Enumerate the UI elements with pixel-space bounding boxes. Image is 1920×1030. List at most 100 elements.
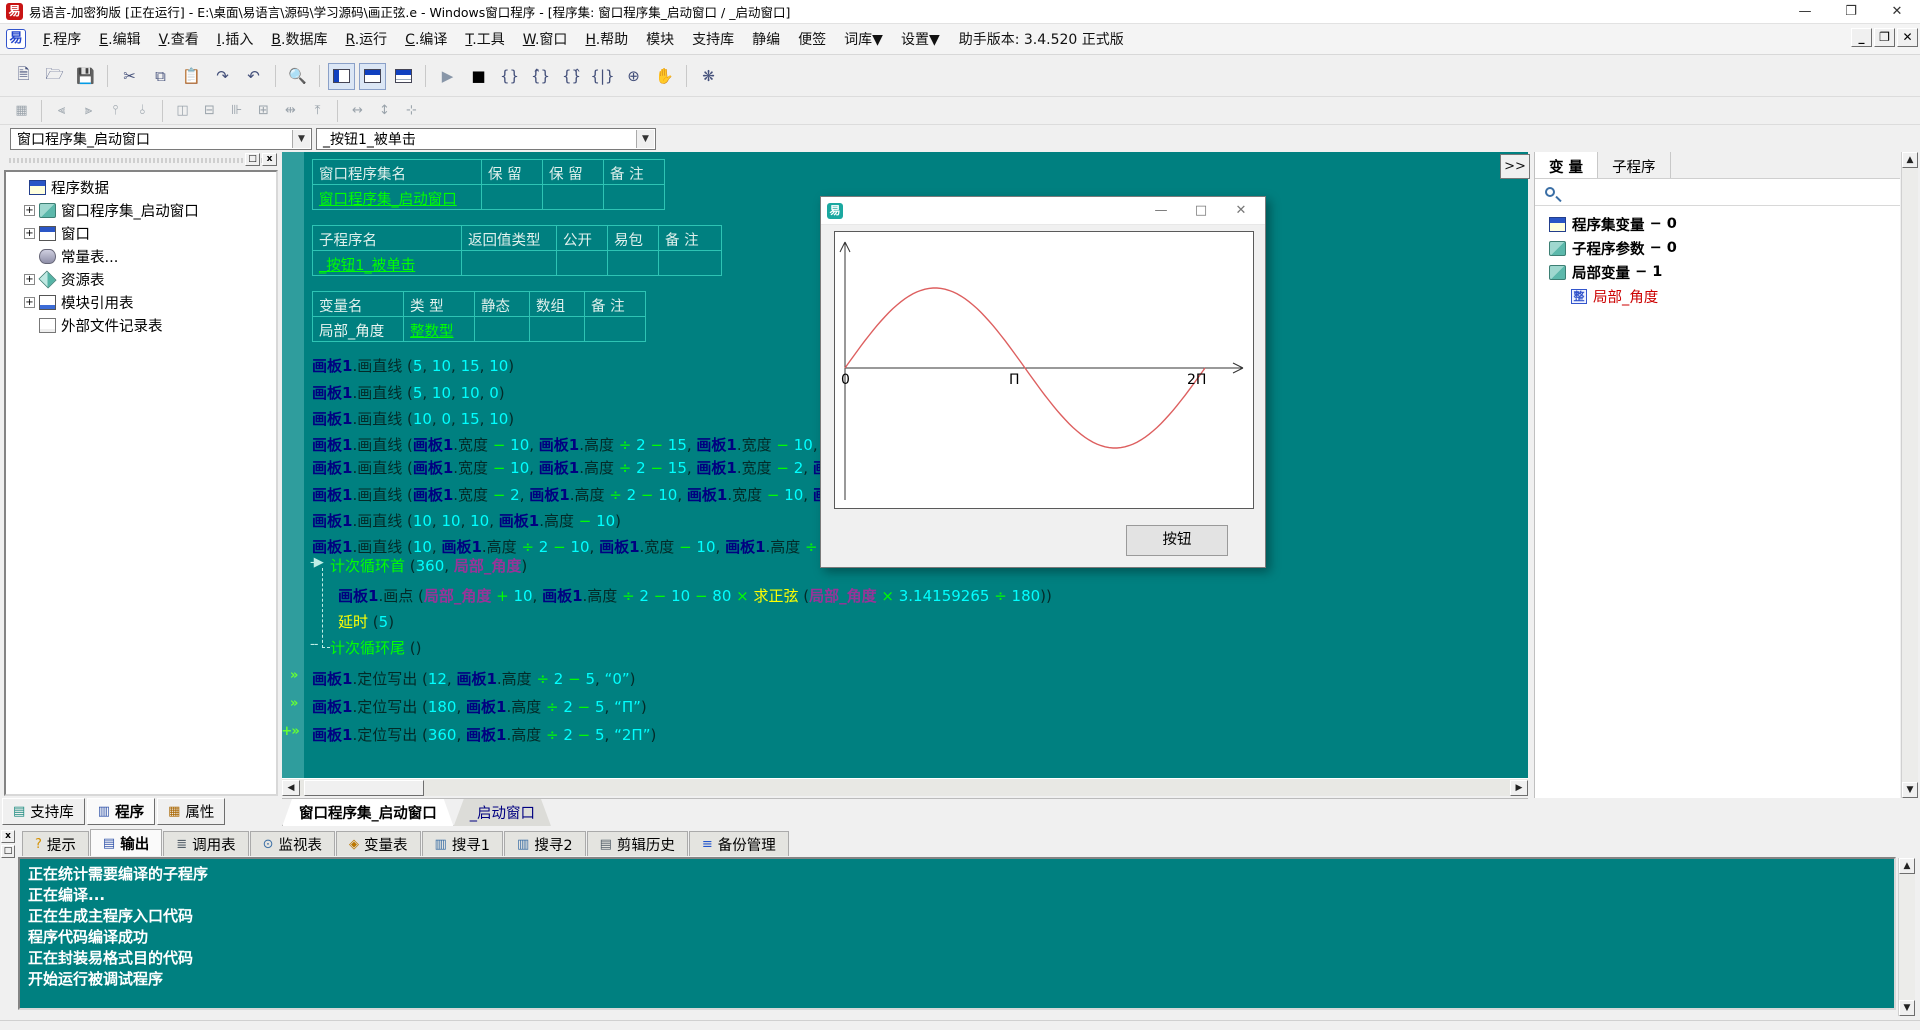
- tree-local-var-angle[interactable]: 整 局部_角度: [1535, 284, 1900, 308]
- tree-assembly-variables[interactable]: 程序集变量 − 0: [1535, 212, 1900, 236]
- layout-split-icon[interactable]: [390, 63, 417, 90]
- subroutine-combobox[interactable]: _按钮1_被单击 ▼: [316, 128, 656, 150]
- close-button[interactable]: ✕: [1874, 0, 1920, 24]
- step-over-icon[interactable]: {̂}: [527, 63, 554, 90]
- menu-settings[interactable]: 设置▼: [892, 25, 949, 53]
- tab-call-table[interactable]: ≣调用表: [163, 831, 248, 856]
- scroll-up-icon[interactable]: ▲: [1899, 858, 1915, 874]
- stop-icon[interactable]: ■: [465, 63, 492, 90]
- menu-program[interactable]: F.程序: [34, 25, 90, 53]
- menu-lexicon[interactable]: 词库▼: [835, 25, 892, 53]
- same-width-icon[interactable]: ⇹: [279, 99, 302, 122]
- runtime-button[interactable]: 按钮: [1126, 525, 1228, 556]
- tab-output[interactable]: ▤输出: [90, 829, 162, 856]
- menu-help[interactable]: H.帮助: [576, 25, 637, 53]
- menu-tools[interactable]: T.工具: [456, 25, 513, 53]
- tree-program-data[interactable]: 程序数据: [8, 176, 274, 199]
- tree-window[interactable]: +窗口: [8, 222, 274, 245]
- variable-search-row[interactable]: [1535, 179, 1900, 206]
- tree-expand-icon[interactable]: +: [24, 297, 35, 308]
- tree-module-table[interactable]: +模块引用表: [8, 291, 274, 314]
- runtime-close-button[interactable]: ✕: [1221, 197, 1261, 225]
- menu-static-compile[interactable]: 静编: [743, 25, 789, 53]
- align-top-icon[interactable]: ⫯: [104, 99, 127, 122]
- runtime-minimize-button[interactable]: —: [1141, 197, 1181, 225]
- menu-database[interactable]: B.数据库: [262, 25, 336, 53]
- tab-window-assembly[interactable]: 窗口程序集_启动窗口: [282, 799, 454, 827]
- size-both-icon[interactable]: ⊹: [400, 99, 423, 122]
- size-height-icon[interactable]: ↕: [373, 99, 396, 122]
- cut-icon[interactable]: ✂: [116, 63, 143, 90]
- runtime-title-bar[interactable]: 易 — □ ✕: [821, 197, 1265, 225]
- menu-notes[interactable]: 便签: [789, 25, 835, 53]
- step-out-icon[interactable]: {}̂: [558, 63, 585, 90]
- assembly-combobox-dropdown-icon[interactable]: ▼: [292, 130, 310, 148]
- open-file-icon[interactable]: 🗁: [41, 63, 68, 90]
- panel-float-button[interactable]: □: [245, 153, 260, 166]
- space-h-icon[interactable]: ⊪: [225, 99, 248, 122]
- align-bottom-icon[interactable]: ⫰: [131, 99, 154, 122]
- run-to-cursor-icon[interactable]: {|}: [589, 63, 616, 90]
- tab-variable-table[interactable]: ◈变量表: [336, 831, 421, 856]
- size-width-icon[interactable]: ↔: [346, 99, 369, 122]
- tab-properties[interactable]: ▦属性: [157, 798, 225, 825]
- center-v-icon[interactable]: ⊟: [198, 99, 221, 122]
- new-file-icon[interactable]: 🗎: [10, 63, 37, 90]
- panel-close-button[interactable]: x: [262, 153, 277, 166]
- menu-support-lib[interactable]: 支持库: [683, 25, 743, 53]
- ant-tool-icon[interactable]: ❋: [695, 63, 722, 90]
- tree-window-assembly[interactable]: +窗口程序集_启动窗口: [8, 199, 274, 222]
- output-float-button[interactable]: □: [1, 845, 15, 858]
- step-into-icon[interactable]: {}: [496, 63, 523, 90]
- scroll-up-icon[interactable]: ▲: [1902, 152, 1918, 168]
- hscroll-thumb[interactable]: [304, 780, 424, 796]
- tab-watch-table[interactable]: ⊙监视表: [250, 831, 335, 856]
- pause-hand-icon[interactable]: ✋: [651, 63, 678, 90]
- runtime-window[interactable]: 易 — □ ✕ 0 Π 2Π 按钮: [820, 196, 1266, 568]
- mdi-restore-button[interactable]: ❐: [1874, 28, 1895, 47]
- panel-grip[interactable]: □ x: [4, 153, 278, 168]
- tab-search1[interactable]: ▥搜寻1: [422, 831, 504, 856]
- mdi-close-button[interactable]: ✕: [1897, 28, 1918, 47]
- tree-local-variables[interactable]: 局部变量 − 1: [1535, 260, 1900, 284]
- align-right-icon[interactable]: ⫸: [77, 99, 100, 122]
- tab-program[interactable]: ▥程序: [87, 798, 155, 825]
- layout-top-icon[interactable]: [359, 63, 386, 90]
- scroll-right-icon[interactable]: ▶: [1510, 780, 1528, 796]
- run-icon[interactable]: ▶: [434, 63, 461, 90]
- tab-search2[interactable]: ▥搜寻2: [504, 831, 586, 856]
- tree-expand-icon[interactable]: +: [24, 205, 35, 216]
- tree-const-table[interactable]: 常量表...: [8, 245, 274, 268]
- undo-icon[interactable]: ↶: [240, 63, 267, 90]
- minimize-button[interactable]: —: [1782, 0, 1828, 24]
- same-height-icon[interactable]: ⤒: [306, 99, 329, 122]
- menu-window[interactable]: W.窗口: [514, 25, 577, 53]
- output-scrollbar[interactable]: ▲ ▼: [1898, 858, 1915, 1016]
- output-log[interactable]: 正在统计需要编译的子程序正在编译...正在生成主程序入口代码程序代码编译成功正在…: [18, 857, 1896, 1010]
- menu-insert[interactable]: I.插入: [208, 25, 263, 53]
- tab-clip-history[interactable]: ▤剪辑历史: [587, 831, 688, 856]
- tab-variables[interactable]: 变 量: [1535, 152, 1598, 178]
- breakpoint-icon[interactable]: ⊕: [620, 63, 647, 90]
- scroll-down-icon[interactable]: ▼: [1899, 1000, 1915, 1016]
- editor-hscrollbar[interactable]: ◀ ▶: [282, 778, 1528, 796]
- runtime-maximize-button[interactable]: □: [1181, 197, 1221, 225]
- tree-subroutine-params[interactable]: 子程序参数 − 0: [1535, 236, 1900, 260]
- paste-icon[interactable]: 📋: [178, 63, 205, 90]
- redo-icon[interactable]: ↷: [209, 63, 236, 90]
- find-icon[interactable]: 🔍: [284, 63, 311, 90]
- tab-startup-window[interactable]: _启动窗口: [454, 799, 551, 826]
- right-panel-scrollbar[interactable]: ▲ ▼: [1901, 152, 1918, 798]
- tree-expand-icon[interactable]: +: [24, 274, 35, 285]
- menu-module[interactable]: 模块: [637, 25, 683, 53]
- maximize-button[interactable]: ❐: [1828, 0, 1874, 24]
- output-close-button[interactable]: x: [1, 830, 15, 843]
- expand-panel-button[interactable]: >>: [1500, 154, 1530, 179]
- tab-hint[interactable]: ?提示: [22, 831, 89, 856]
- tree-extfile-table[interactable]: 外部文件记录表: [8, 314, 274, 337]
- menu-compile[interactable]: C.编译: [396, 25, 456, 53]
- form-grid-icon[interactable]: ▦: [10, 99, 33, 122]
- center-h-icon[interactable]: ◫: [171, 99, 194, 122]
- menu-view[interactable]: V.查看: [150, 25, 208, 53]
- menu-run[interactable]: R.运行: [336, 25, 396, 53]
